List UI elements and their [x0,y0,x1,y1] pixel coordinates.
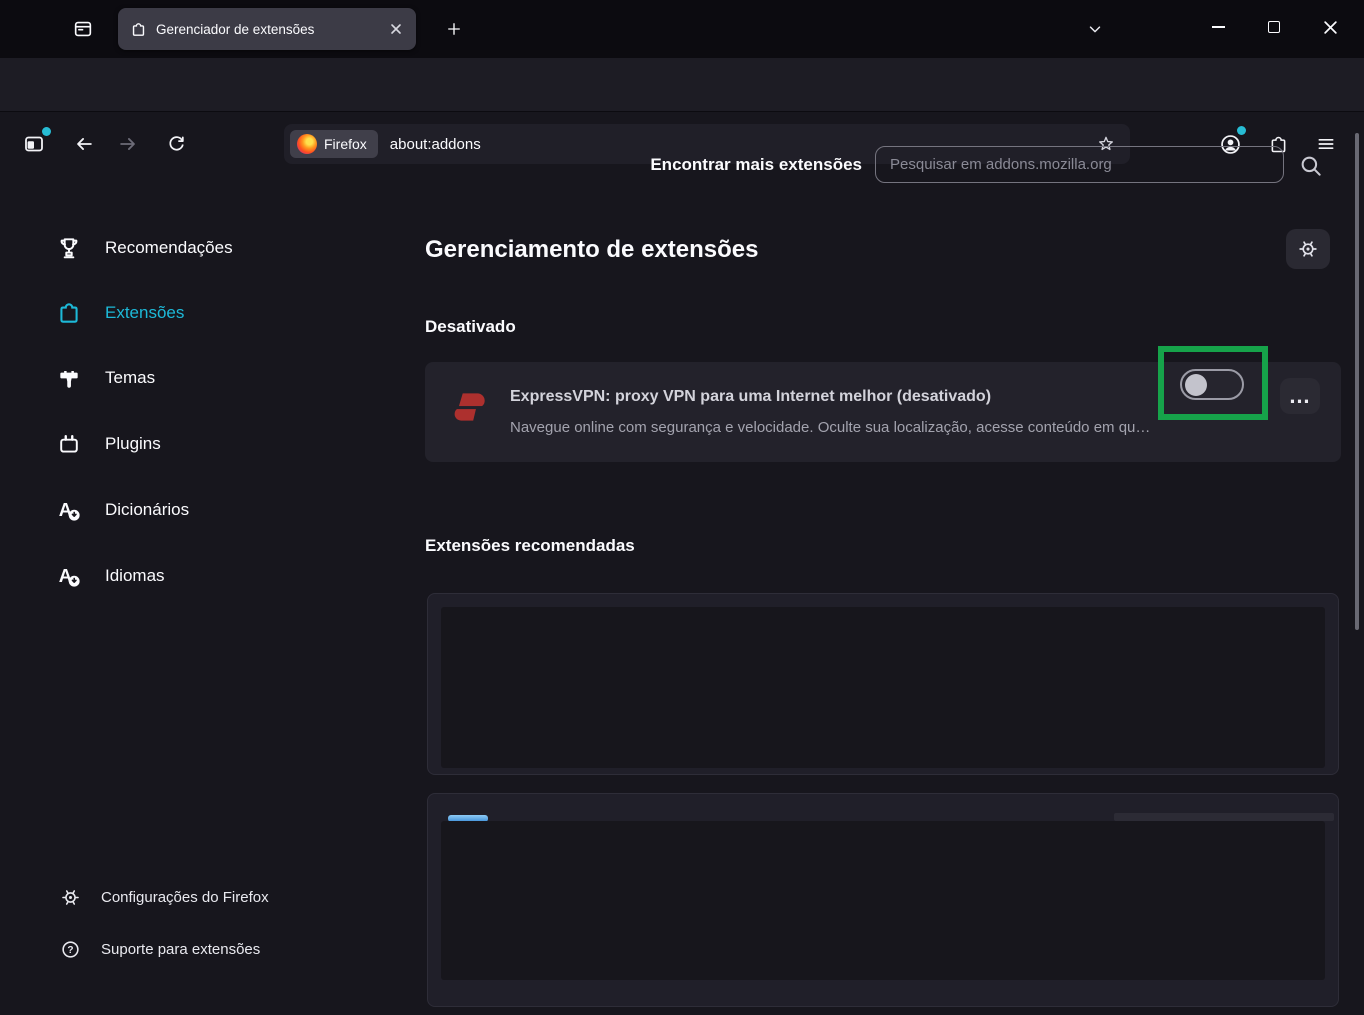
list-all-tabs-button[interactable] [1078,14,1112,44]
sidebar-item-plugins[interactable]: Plugins [56,424,161,464]
expressvpn-logo-icon [446,384,492,430]
url-text: about:addons [389,135,481,153]
identity-chip-label: Firefox [324,136,367,152]
sidebar-footer-label: Suporte para extensões [101,940,261,958]
sidebar-item-idiomas[interactable]: A Idiomas [56,556,165,596]
close-icon [1323,20,1338,35]
extension-name[interactable]: ExpressVPN: proxy VPN para uma Internet … [510,388,991,406]
chevron-down-icon [1086,20,1104,38]
scrollbar-thumb[interactable] [1355,133,1359,630]
sidebar-item-label: Dicionários [105,500,190,519]
sidebar-item-label: Idiomas [105,566,165,585]
recommended-addon-card[interactable] [427,593,1339,775]
minimize-icon [1211,26,1225,28]
more-options-icon: … [1288,383,1312,408]
puzzle-icon [56,300,82,326]
find-more-extensions-label: Encontrar mais extensões [650,155,862,174]
tab-title: Gerenciador de extensões [156,21,315,37]
sidebar-item-configuracoes-firefox[interactable]: Configurações do Firefox [60,881,269,913]
help-icon: ? [60,939,81,960]
sidebar-item-label: Plugins [105,434,161,453]
extension-enable-toggle[interactable] [1180,369,1244,400]
extensions-icon [130,21,147,38]
tab-close-button[interactable] [384,17,408,41]
plug-icon [56,431,82,457]
firefox-view-button[interactable] [64,12,102,46]
sidebar-item-temas[interactable]: Temas [56,358,155,398]
gear-icon [1297,238,1319,260]
sidebar-item-extensoes[interactable]: Extensões [56,293,184,333]
disabled-section-header: Desativado [425,317,516,336]
browser-window: Gerenciador de extensões Firefox about:a… [0,0,1364,1015]
forward-button[interactable] [112,128,144,160]
paintbrush-icon [56,365,82,391]
maximize-icon [1268,21,1280,33]
minimize-button[interactable] [1198,10,1238,44]
recommended-section-header: Extensões recomendadas [425,536,635,555]
sidebar-item-suporte-extensoes[interactable]: ? Suporte para extensões [60,933,260,965]
reload-button[interactable] [160,128,192,160]
forward-icon [117,133,139,155]
page-title: Gerenciamento de extensões [425,236,759,263]
back-button[interactable] [68,128,100,160]
svg-text:?: ? [67,945,73,956]
gear-icon [60,887,81,908]
reload-icon [166,134,187,155]
addons-tools-button[interactable] [1286,229,1330,269]
sidebar-footer-label: Configurações do Firefox [101,888,269,906]
sidebar-item-label: Extensões [105,303,185,322]
navigation-toolbar: Firefox about:addons [0,58,1364,164]
sidebar-item-label: Recomendações [105,238,233,257]
search-button[interactable] [1296,151,1326,181]
sidebar-item-label: Temas [105,368,156,387]
maximize-button[interactable] [1254,10,1294,44]
firefox-identity-chip: Firefox [290,130,378,158]
extension-description: Navegue online com segurança e velocidad… [510,419,1320,436]
language-download-icon: A [56,563,82,589]
card-placeholder-area [441,821,1325,980]
tab-gerenciador-de-extensoes[interactable]: Gerenciador de extensões [118,8,416,50]
card-placeholder-area [441,607,1325,768]
sidebar-item-recomendacoes[interactable]: Recomendações [56,228,233,268]
close-icon [390,23,402,35]
new-tab-button[interactable] [438,14,470,44]
trophy-icon [56,235,82,261]
window-close-button[interactable] [1310,10,1350,44]
text-fade-overlay [1190,419,1320,436]
back-icon [73,133,95,155]
notification-dot [1237,126,1246,135]
firefox-view-toolbar-button[interactable] [18,127,51,160]
sidebar-item-dicionarios[interactable]: A Dicionários [56,490,189,530]
titlebar: Gerenciador de extensões [0,0,1364,58]
firefox-view-icon [72,18,94,40]
toggle-knob [1185,373,1207,396]
plus-icon [445,20,463,38]
firefox-view-icon [22,132,46,156]
addons-search-input[interactable] [875,146,1284,183]
search-icon [1298,153,1324,179]
recommended-addon-card[interactable] [427,793,1339,1007]
firefox-logo-icon [297,134,317,154]
extension-more-options-button[interactable]: … [1280,378,1320,414]
dictionary-download-icon: A [56,497,82,523]
notification-dot [42,127,51,136]
card-placeholder-strip [1114,813,1334,821]
